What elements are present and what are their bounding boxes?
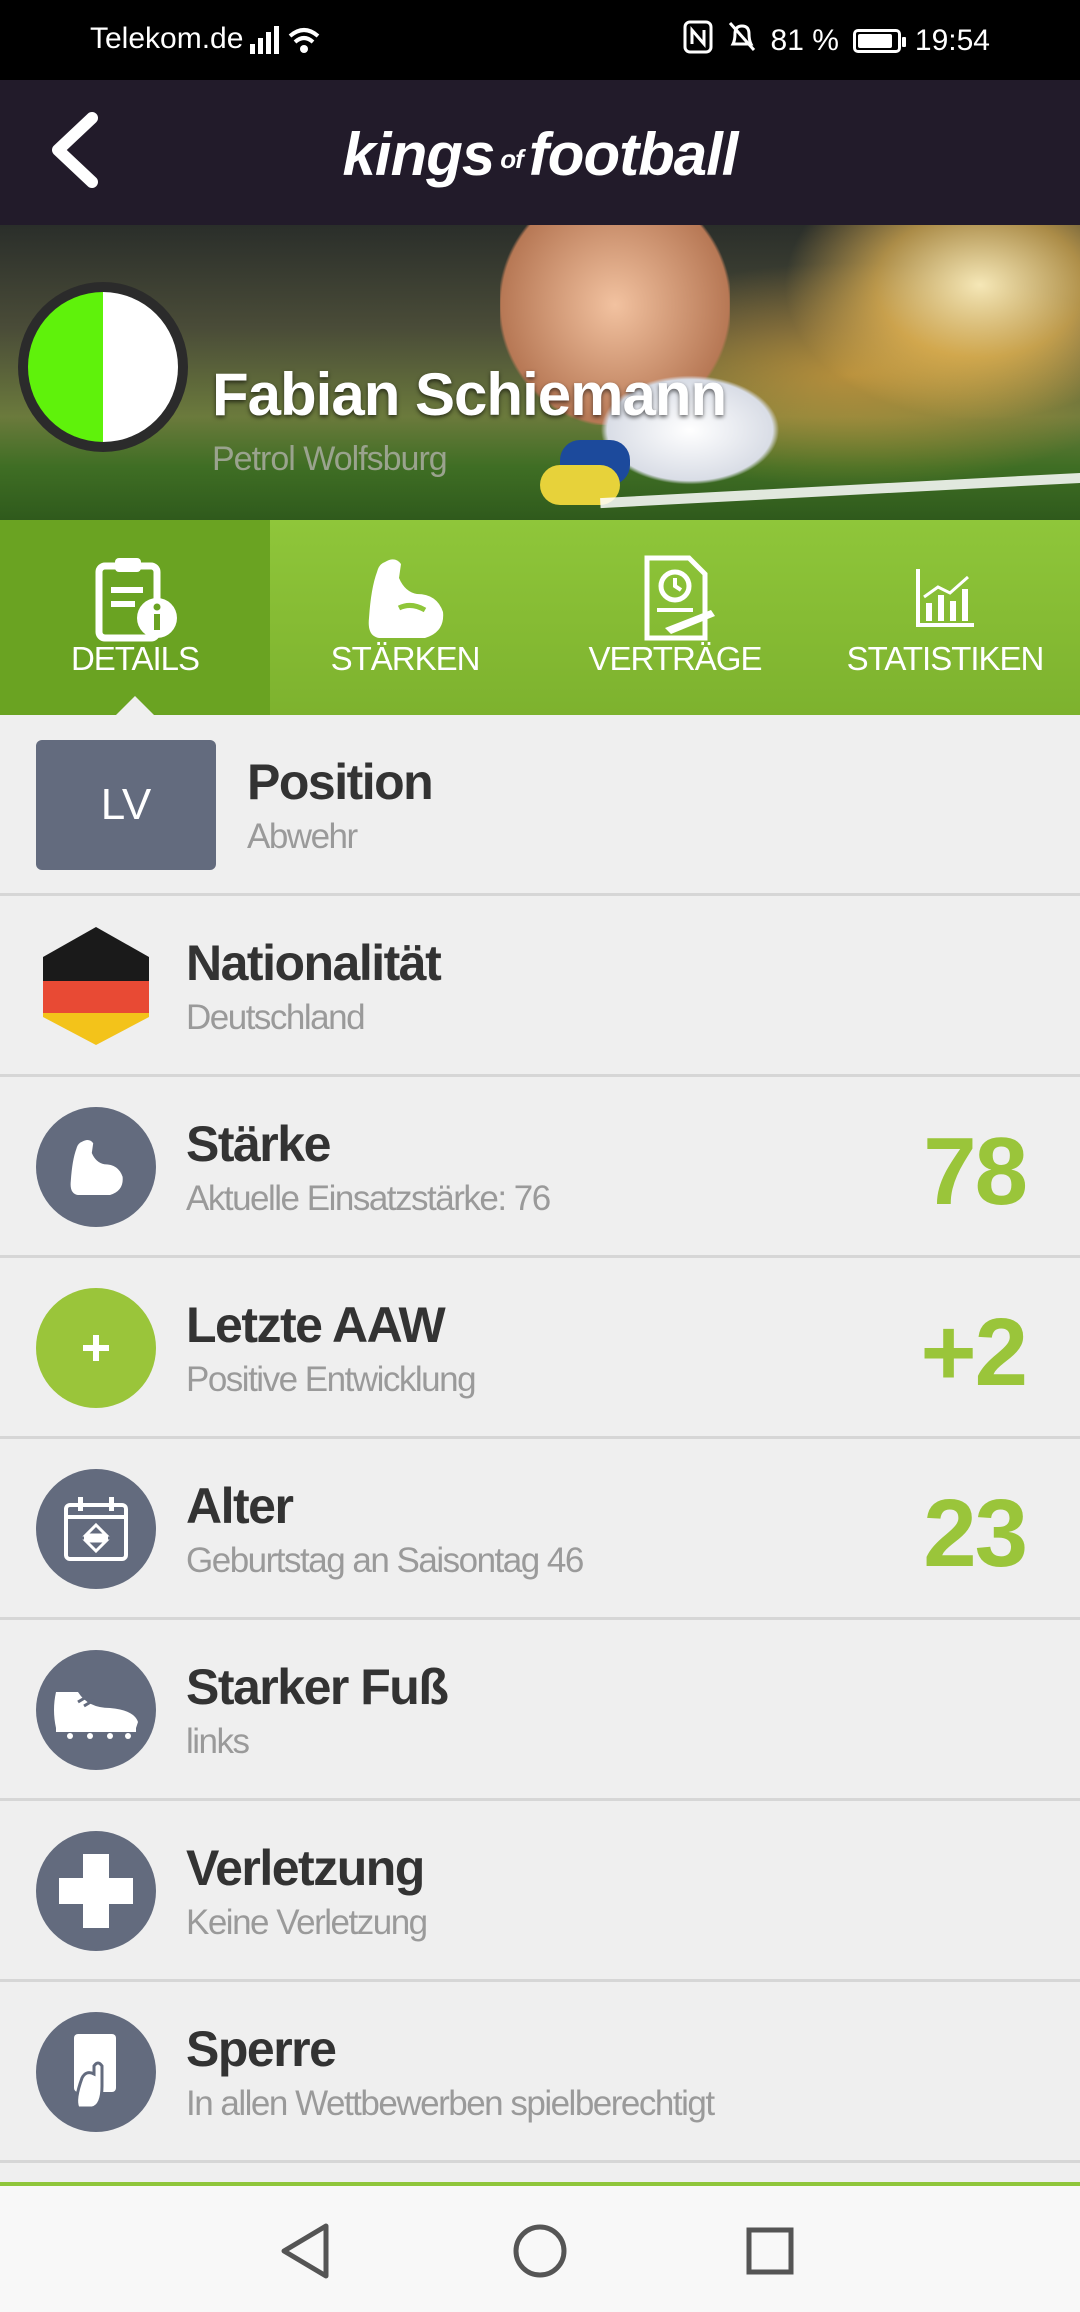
tab-staerken[interactable]: STÄRKEN (270, 520, 540, 715)
list-item-suspension[interactable]: Sperre In allen Wettbewerben spielberech… (0, 1982, 1080, 2163)
tab-bar: DETAILS STÄRKEN VERTRÄGE STATISTIKEN (0, 520, 1080, 716)
item-subtitle: links (186, 1722, 250, 1761)
item-title: Letzte AAW (186, 1297, 446, 1353)
signal-wifi-icon (248, 22, 328, 66)
item-subtitle: In allen Wettbewerben spielberechtigt (186, 2084, 715, 2123)
battery-percent: 81 % (770, 24, 839, 57)
nav-back-button[interactable] (270, 2216, 340, 2286)
tab-details[interactable]: DETAILS (0, 520, 270, 716)
item-title: Stärke (186, 1116, 331, 1172)
item-title: Alter (186, 1478, 294, 1534)
item-title: Sperre (186, 2021, 337, 2077)
nav-recents-button[interactable] (735, 2216, 805, 2286)
tab-statistiken[interactable]: STATISTIKEN (810, 520, 1080, 715)
list-item-position[interactable]: LV Position Abwehr (0, 715, 1080, 896)
item-title: Position (247, 754, 434, 810)
clock: 19:54 (914, 24, 990, 57)
item-subtitle: Keine Verletzung (186, 1903, 428, 1942)
list-item-last-aaw[interactable]: Letzte AAW Positive Entwicklung +2 (0, 1258, 1080, 1439)
item-subtitle: Geburtstag an Saisontag 46 (186, 1541, 584, 1580)
nfc-icon (683, 20, 713, 62)
list-item-age[interactable]: Alter Geburtstag an Saisontag 46 23 (0, 1439, 1080, 1620)
list-item-injury[interactable]: Verletzung Keine Verletzung (0, 1801, 1080, 1982)
item-subtitle: Deutschland (186, 998, 366, 1037)
app-logo: kings of football (0, 120, 1080, 189)
item-subtitle: Abwehr (247, 817, 358, 856)
item-title: Verletzung (186, 1840, 425, 1896)
calendar-icon (36, 1469, 156, 1589)
list-item-nationality[interactable]: Nationalität Deutschland (0, 896, 1080, 1077)
list-item-strength[interactable]: Stärke Aktuelle Einsatzstärke: 76 78 (0, 1077, 1080, 1258)
contract-icon (540, 548, 810, 648)
boot-icon (36, 1650, 156, 1770)
app-header: kings of football (0, 80, 1080, 225)
logo-kings: kings (342, 121, 496, 188)
battery-icon (852, 29, 906, 53)
strength-value: 78 (923, 1118, 1028, 1225)
player-club: Petrol Wolfsburg (212, 440, 448, 478)
nav-home-button[interactable] (505, 2216, 575, 2286)
muscle-icon (270, 548, 540, 648)
plus-icon (36, 1288, 156, 1408)
germany-flag-icon (36, 926, 156, 1046)
age-value: 23 (923, 1480, 1028, 1587)
logo-football: football (528, 121, 739, 188)
stats-icon (810, 548, 1080, 648)
tab-label: STÄRKEN (330, 640, 481, 677)
tab-label: DETAILS (70, 640, 200, 677)
tab-vertraege[interactable]: VERTRÄGE (540, 520, 810, 715)
list-item-strong-foot[interactable]: Starker Fuß links (0, 1620, 1080, 1801)
cross-icon (36, 1831, 156, 1951)
item-title: Nationalität (186, 935, 442, 991)
mute-bell-icon (727, 20, 757, 62)
circle-home-icon (513, 2224, 567, 2278)
card-icon (36, 2012, 156, 2132)
carrier-name: Telekom.de (90, 22, 244, 55)
muscle-icon (36, 1107, 156, 1227)
tab-label: VERTRÄGE (588, 640, 763, 677)
player-avatar (18, 282, 188, 452)
details-icon (0, 548, 270, 648)
system-nav-bar (0, 2186, 1080, 2312)
item-subtitle: Positive Entwicklung (186, 1360, 477, 1399)
triangle-back-icon (281, 2223, 329, 2279)
logo-of: of (500, 143, 524, 174)
aaw-value: +2 (920, 1299, 1028, 1406)
tab-label: STATISTIKEN (846, 640, 1045, 677)
position-badge: LV (36, 740, 216, 870)
player-name: Fabian Schiemann (212, 361, 727, 428)
item-title: Starker Fuß (186, 1659, 449, 1715)
status-bar: Telekom.de 81 % 19:54 (0, 0, 1080, 80)
item-subtitle: Aktuelle Einsatzstärke: 76 (186, 1179, 551, 1218)
player-details-list: LV Position Abwehr Nationalität Deutschl… (0, 715, 1080, 2163)
square-recents-icon (746, 2227, 794, 2275)
